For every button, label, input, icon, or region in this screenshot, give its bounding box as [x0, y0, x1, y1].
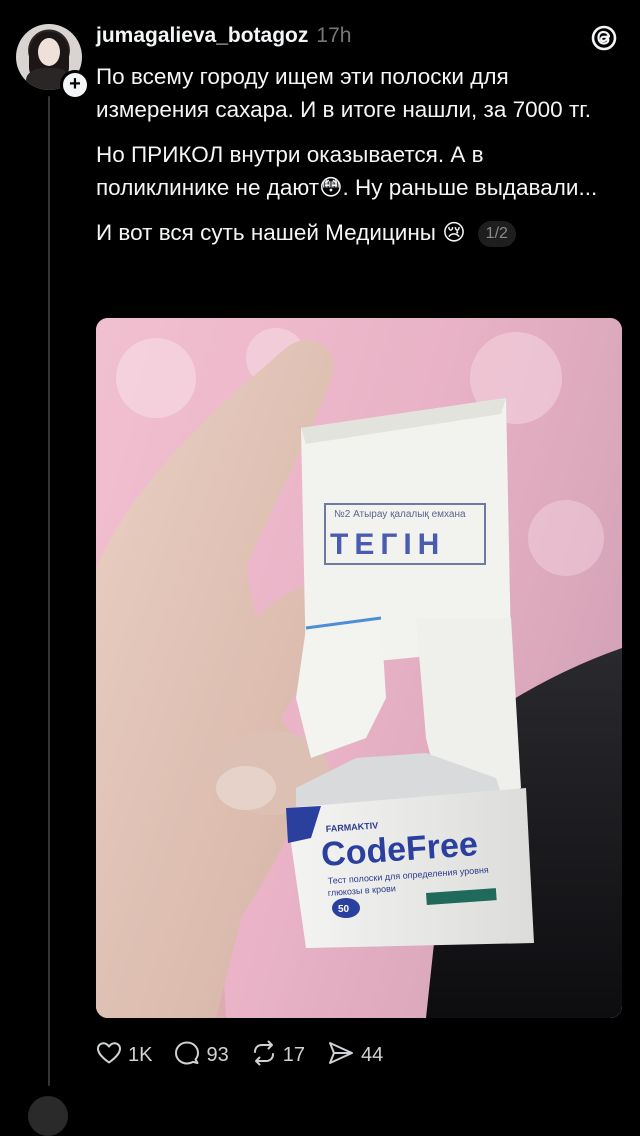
post-paragraph-3: И вот вся суть нашей Медицины 😢 1/2	[96, 216, 616, 249]
share-count: 44	[360, 1043, 384, 1066]
repost-button[interactable]: 17	[251, 1040, 305, 1071]
next-reply-avatar[interactable]	[28, 1096, 68, 1136]
like-count: 1K	[128, 1043, 153, 1066]
post-header: jumagalieva_botagoz 17h	[96, 24, 351, 52]
thread-line	[48, 96, 50, 1086]
share-button[interactable]: 44	[327, 1040, 383, 1071]
author-avatar[interactable]: +	[16, 24, 90, 100]
username[interactable]: jumagalieva_botagoz	[96, 24, 308, 48]
post-paragraph-2: Но ПРИКОЛ внутри оказывается. А в поликл…	[96, 142, 598, 200]
like-button[interactable]: 1K	[96, 1041, 152, 1070]
action-bar: 1K 93 17 44	[96, 1038, 405, 1072]
stamp-header: №2 Атырау қалалық емхана	[334, 509, 466, 520]
post-photo[interactable]: №2 Атырау қалалық емхана ТЕГІН FARMAKTIV…	[96, 318, 622, 1018]
follow-button[interactable]: +	[60, 70, 90, 100]
post-paragraph-1: По всему городу ищем эти полоски для изм…	[96, 64, 591, 122]
share-icon	[327, 1040, 361, 1071]
repost-icon	[251, 1040, 283, 1071]
threads-logo-icon[interactable]	[590, 24, 618, 52]
post-text: По всему городу ищем эти полоски для изм…	[96, 60, 616, 249]
post: + jumagalieva_botagoz 17h По всему город…	[0, 0, 640, 1136]
page-indicator: 1/2	[477, 221, 516, 247]
comment-icon	[174, 1040, 206, 1071]
comment-count: 93	[206, 1043, 229, 1066]
comment-button[interactable]: 93	[174, 1040, 229, 1071]
repost-count: 17	[282, 1043, 305, 1066]
box-count: 50	[338, 904, 350, 915]
post-paragraph-3-text: И вот вся суть нашей Медицины 😢	[96, 220, 466, 245]
timestamp: 17h	[316, 24, 352, 47]
plus-icon: +	[69, 73, 81, 95]
stamp-word: ТЕГІН	[330, 528, 445, 561]
heart-icon	[96, 1041, 128, 1070]
